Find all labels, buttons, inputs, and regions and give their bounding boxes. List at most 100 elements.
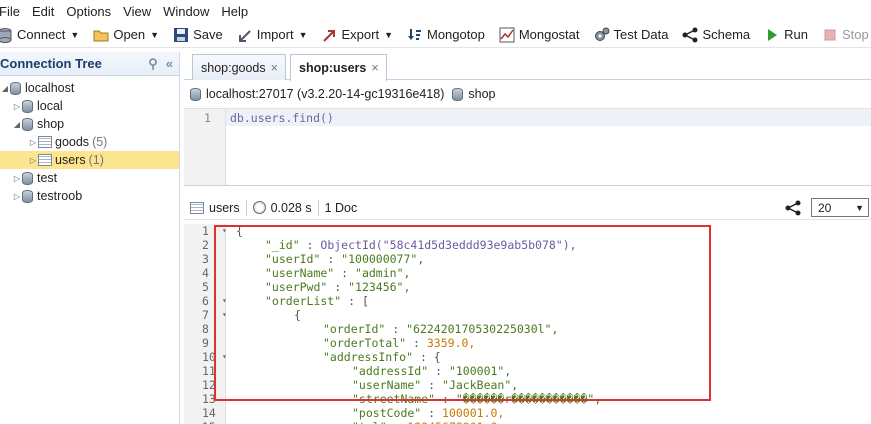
tab-shop-users[interactable]: shop:users × bbox=[290, 54, 387, 81]
json-line: 11 "addressId" : "100001", bbox=[184, 364, 871, 378]
json-line: 5 "userPwd" : "123456", bbox=[184, 280, 871, 294]
tree-node-goods[interactable]: ▷ goods (5) bbox=[0, 133, 179, 151]
stat-chart-icon bbox=[499, 27, 515, 43]
page-size-select[interactable]: 20 ▼ bbox=[811, 198, 869, 217]
chevron-down-icon: ▼ bbox=[70, 29, 80, 40]
collapse-left-icon[interactable]: « bbox=[166, 56, 173, 72]
expanded-arrow-icon[interactable]: ◢ bbox=[0, 84, 10, 93]
chevron-down-icon: ▼ bbox=[384, 29, 393, 40]
expanded-arrow-icon[interactable]: ◢ bbox=[12, 120, 22, 129]
run-button[interactable]: Run bbox=[764, 27, 808, 43]
tree-node-shop[interactable]: ◢ shop bbox=[0, 115, 179, 133]
tree-node-localhost[interactable]: ◢ localhost bbox=[0, 79, 179, 97]
menu-bar: File Edit Options View Window Help bbox=[0, 0, 871, 22]
json-line: 4 "userName" : "admin", bbox=[184, 266, 871, 280]
json-line: 12 "userName" : "JackBean", bbox=[184, 378, 871, 392]
fold-toggle-icon[interactable]: ▾ bbox=[222, 350, 227, 364]
json-text: "userId" : "100000077", bbox=[265, 252, 425, 266]
close-icon[interactable]: × bbox=[371, 61, 378, 75]
query-editor[interactable]: 1 db.users.find() bbox=[184, 108, 871, 186]
mongostat-button[interactable]: Mongostat bbox=[499, 27, 580, 43]
tree-view-icon[interactable] bbox=[785, 200, 801, 216]
mongotop-button[interactable]: Mongotop bbox=[407, 27, 485, 43]
tab-shop-goods[interactable]: shop:goods × bbox=[192, 54, 286, 80]
connection-tree-header: Connection Tree ⚲ « bbox=[0, 52, 179, 76]
open-button[interactable]: Open ▼ bbox=[93, 27, 159, 43]
line-number: 12 bbox=[202, 378, 216, 392]
line-number: 3 bbox=[202, 252, 209, 266]
json-line: 14 "postCode" : 100001.0, bbox=[184, 406, 871, 420]
query-text[interactable]: db.users.find() bbox=[230, 111, 334, 125]
schema-button[interactable]: Schema bbox=[682, 27, 750, 43]
import-icon bbox=[237, 27, 253, 43]
connect-button[interactable]: Connect ▼ bbox=[0, 27, 79, 43]
result-toolbar: users 0.028 s 1 Doc 20 ▼ bbox=[184, 196, 871, 220]
line-number: 13 bbox=[202, 392, 216, 406]
play-icon bbox=[764, 27, 780, 43]
connection-breadcrumb: localhost:27017 (v3.2.20-14-gc19316e418)… bbox=[190, 84, 495, 104]
sort-down-icon bbox=[407, 27, 423, 43]
menu-view[interactable]: View bbox=[123, 4, 151, 19]
editor-tabs: shop:goods × shop:users × bbox=[184, 52, 871, 81]
fold-toggle-icon[interactable]: ▾ bbox=[222, 224, 227, 238]
line-number: 8 bbox=[202, 322, 209, 336]
chevron-down-icon: ▼ bbox=[298, 29, 308, 40]
line-number: 5 bbox=[202, 280, 209, 294]
tree-node-test[interactable]: ▷ test bbox=[0, 169, 179, 187]
export-button[interactable]: Export ▼ bbox=[321, 27, 393, 43]
database-icon bbox=[452, 87, 464, 101]
result-doc-count: 1 Doc bbox=[324, 200, 358, 215]
database-connect-icon bbox=[0, 27, 13, 43]
menu-window[interactable]: Window bbox=[163, 4, 209, 19]
line-number: 11 bbox=[202, 364, 216, 378]
line-number: 10 bbox=[202, 350, 216, 364]
stop-button[interactable]: Stop bbox=[822, 27, 869, 43]
test-data-button[interactable]: Test Data bbox=[594, 27, 668, 43]
line-number: 7 bbox=[202, 308, 209, 322]
result-collection: users bbox=[209, 200, 240, 215]
chevron-down-icon: ▼ bbox=[150, 29, 160, 40]
connection-tree-panel: Connection Tree ⚲ « ◢ localhost ▷ local … bbox=[0, 52, 180, 424]
menu-edit[interactable]: Edit bbox=[32, 4, 54, 19]
schema-tree-icon bbox=[682, 27, 698, 43]
json-line: 6 ▾ "orderList" : [ bbox=[184, 294, 871, 308]
line-number: 14 bbox=[202, 406, 216, 420]
line-number: 6 bbox=[202, 294, 209, 308]
connection-host: localhost:27017 (v3.2.20-14-gc19316e418) bbox=[206, 87, 445, 101]
collapsed-arrow-icon[interactable]: ▷ bbox=[28, 138, 38, 147]
collapsed-arrow-icon[interactable]: ▷ bbox=[12, 174, 22, 183]
chevron-down-icon: ▼ bbox=[855, 202, 864, 213]
json-line: 10 ▾ "addressInfo" : { bbox=[184, 350, 871, 364]
floppy-save-icon bbox=[173, 27, 189, 43]
search-icon[interactable]: ⚲ bbox=[148, 56, 158, 72]
tree-node-local[interactable]: ▷ local bbox=[0, 97, 179, 115]
result-json-view[interactable]: 1 ▾ {2 "_id" : ObjectId("58c41d5d3eddd93e9a… bbox=[184, 224, 871, 424]
collapsed-arrow-icon[interactable]: ▷ bbox=[12, 102, 22, 111]
import-button[interactable]: Import ▼ bbox=[237, 27, 308, 43]
json-text: "orderId" : "622420170530225030l", bbox=[323, 322, 559, 336]
json-line: 1 ▾ { bbox=[184, 224, 871, 238]
folder-open-icon bbox=[93, 27, 109, 43]
json-line: 3 "userId" : "100000077", bbox=[184, 252, 871, 266]
menu-options[interactable]: Options bbox=[66, 4, 111, 19]
collection-icon bbox=[38, 154, 52, 166]
json-text: "userPwd" : "123456", bbox=[265, 280, 411, 294]
tree-node-users[interactable]: ▷ users (1) bbox=[0, 151, 179, 169]
fold-toggle-icon[interactable]: ▾ bbox=[222, 294, 227, 308]
json-line: 2 "_id" : ObjectId("58c41d5d3eddd93e9ab5b… bbox=[184, 238, 871, 252]
menu-file[interactable]: File bbox=[0, 4, 20, 19]
export-icon bbox=[321, 27, 337, 43]
json-text: { bbox=[236, 224, 243, 238]
database-icon bbox=[22, 117, 33, 131]
json-line: 13 "streetName" : "������r�����������", bbox=[184, 392, 871, 406]
save-button[interactable]: Save bbox=[173, 27, 223, 43]
fold-toggle-icon[interactable]: ▾ bbox=[222, 308, 227, 322]
menu-help[interactable]: Help bbox=[221, 4, 248, 19]
close-icon[interactable]: × bbox=[271, 61, 278, 75]
collapsed-arrow-icon[interactable]: ▷ bbox=[12, 192, 22, 201]
line-number: 1 bbox=[202, 224, 209, 238]
database-icon bbox=[22, 189, 33, 203]
tree-node-testroob[interactable]: ▷ testroob bbox=[0, 187, 179, 205]
json-line: 15 "tel" : 12345678901.0, bbox=[184, 420, 871, 424]
collapsed-arrow-icon[interactable]: ▷ bbox=[28, 156, 38, 165]
